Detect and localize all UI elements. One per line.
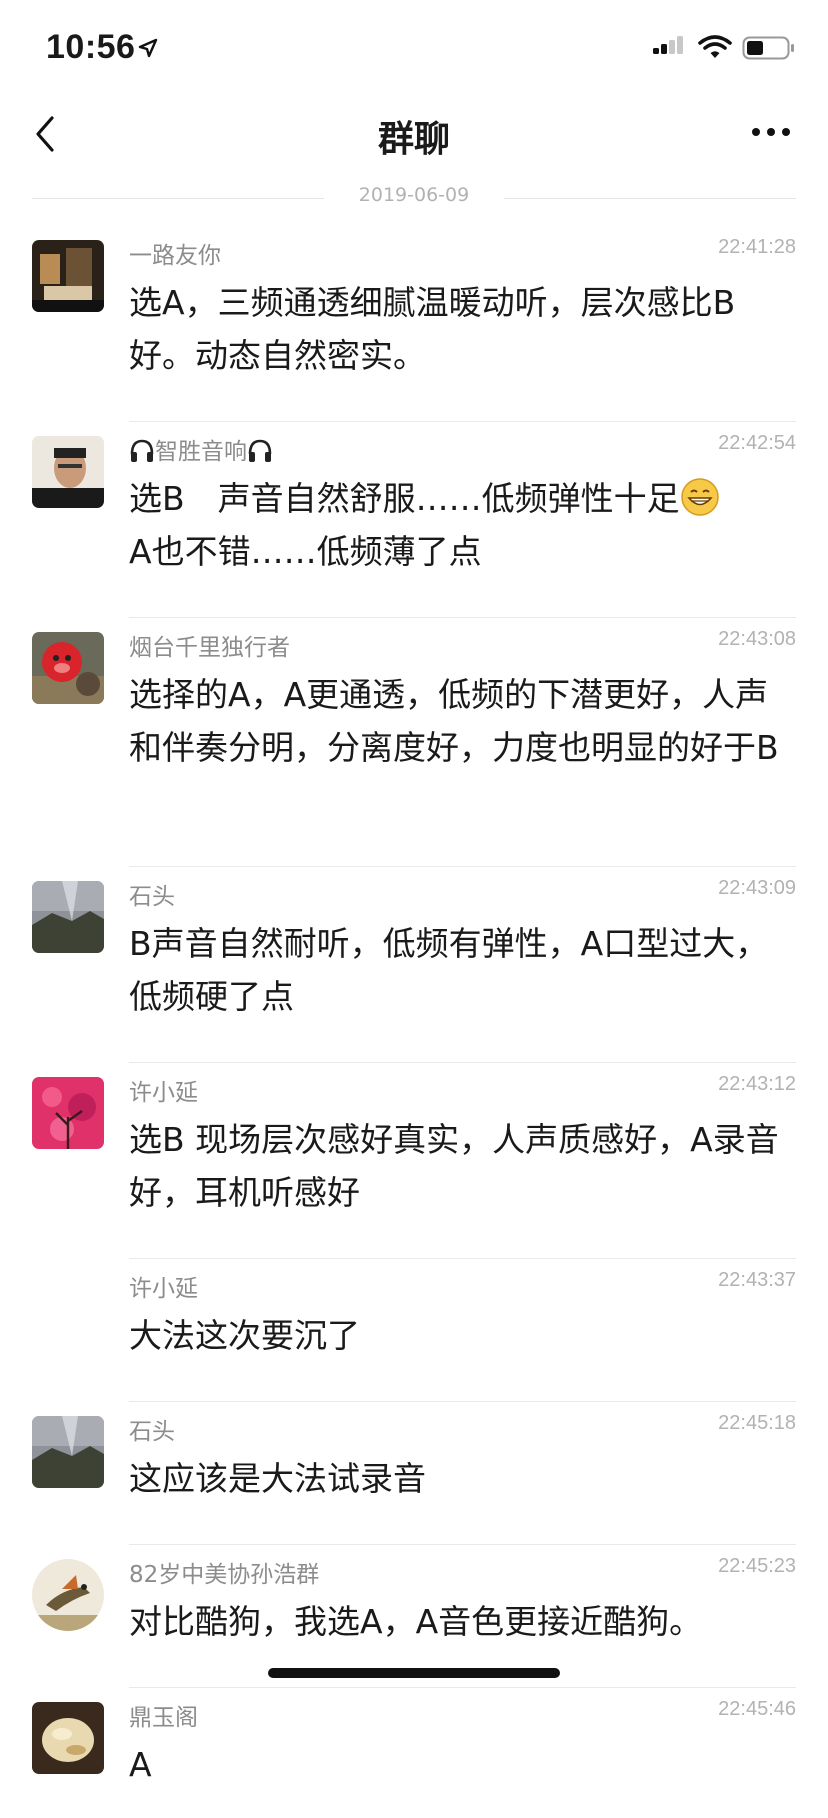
sender-name: 石头: [129, 1419, 175, 1445]
sender-name: 82岁中美协孙浩群: [129, 1562, 320, 1588]
message-item[interactable]: 智胜音响 22:42:54 选B 声音自然舒服……低频弹性十足 A也不错……低频薄…: [0, 422, 828, 618]
headphones-icon: [130, 439, 154, 462]
message-text-line: A也不错……低频薄了点: [129, 532, 482, 571]
avatar[interactable]: [32, 1416, 104, 1488]
message-text: 选B 现场层次感好真实，人声质感好，A录音好，耳机听感好: [129, 1120, 779, 1212]
message-text: A: [129, 1745, 152, 1784]
message-time: 22:43:08: [718, 628, 796, 650]
avatar[interactable]: [32, 1702, 104, 1774]
avatar[interactable]: [32, 881, 104, 953]
avatar[interactable]: [32, 240, 104, 312]
home-indicator[interactable]: [268, 1668, 560, 1678]
divider-line: [504, 198, 796, 199]
message-text: B声音自然耐听，低频有弹性，A口型过大，低频硬了点: [129, 924, 769, 1016]
message-time: 22:45:18: [718, 1412, 796, 1434]
sender-name-text: 智胜音响: [155, 439, 247, 465]
message-item[interactable]: 石头 22:45:18 这应该是大法试录音: [0, 1402, 828, 1545]
sender-name: 智胜音响: [129, 432, 273, 466]
status-bar: 10:56: [0, 0, 828, 96]
date-divider: 2019-06-09: [32, 184, 796, 212]
date-label: 2019-06-09: [358, 184, 470, 206]
sender-name: 鼎玉阁: [129, 1705, 198, 1731]
battery-icon: [742, 36, 794, 60]
avatar[interactable]: [32, 1077, 104, 1149]
message-list: 一路友你 22:41:28 选A，三频通透细腻温暖动听，层次感比B好。动态自然密…: [0, 226, 828, 1818]
message-item[interactable]: 烟台千里独行者 22:43:08 选择的A，A更通透，低频的下潜更好，人声和伴奏…: [0, 618, 828, 867]
sender-name: 烟台千里独行者: [129, 635, 290, 661]
message-time: 22:43:37: [718, 1269, 796, 1291]
message-time: 22:45:23: [718, 1555, 796, 1577]
sender-name: 石头: [129, 884, 175, 910]
sender-name: 许小延: [129, 1276, 198, 1302]
message-time: 22:43:12: [718, 1073, 796, 1095]
message-time: 22:42:54: [718, 432, 796, 454]
message-item[interactable]: 许小延 22:43:12 选B 现场层次感好真实，人声质感好，A录音好，耳机听感…: [0, 1063, 828, 1259]
message-item[interactable]: 鼎玉阁 22:45:46 A: [0, 1688, 828, 1818]
location-arrow-icon: [138, 38, 158, 58]
message-text: 选A，三频通透细腻温暖动听，层次感比B好。动态自然密实。: [129, 283, 736, 375]
sender-name: 许小延: [129, 1080, 198, 1106]
message-time: 22:43:09: [718, 877, 796, 899]
message-text: 选B 声音自然舒服……低频弹性十足 A也不错……低频薄了点: [129, 472, 798, 578]
message-text: 对比酷狗，我选A，A音色更接近酷狗。: [129, 1602, 703, 1641]
message-text: 这应该是大法试录音: [129, 1459, 426, 1498]
message-item[interactable]: 82岁中美协孙浩群 22:45:23 对比酷狗，我选A，A音色更接近酷狗。: [0, 1545, 828, 1688]
message-time: 22:45:46: [718, 1698, 796, 1720]
divider-line: [32, 198, 324, 199]
avatar[interactable]: [32, 1559, 104, 1631]
headphones-icon: [248, 439, 272, 462]
message-text: 选择的A，A更通透，低频的下潜更好，人声和伴奏分明，分离度好，力度也明显的好于B: [129, 675, 779, 767]
sender-name: 一路友你: [129, 243, 221, 269]
grinning-emoji-icon: [680, 478, 719, 516]
more-options-icon[interactable]: [750, 124, 792, 140]
page-title: 群聊: [377, 119, 450, 160]
wifi-icon: [698, 35, 732, 58]
message-item[interactable]: 一路友你 22:41:28 选A，三频通透细腻温暖动听，层次感比B好。动态自然密…: [0, 226, 828, 422]
nav-bar: 群聊: [0, 96, 828, 170]
message-item[interactable]: 许小延 22:43:37 大法这次要沉了: [0, 1259, 828, 1402]
message-item[interactable]: 石头 22:43:09 B声音自然耐听，低频有弹性，A口型过大，低频硬了点: [0, 867, 828, 1063]
cellular-signal-icon: [653, 36, 683, 54]
avatar[interactable]: [32, 436, 104, 508]
message-time: 22:41:28: [718, 236, 796, 258]
avatar[interactable]: [32, 632, 104, 704]
message-text: 大法这次要沉了: [129, 1316, 360, 1355]
message-text-line: 选B 声音自然舒服……低频弹性十足: [129, 479, 680, 518]
status-time: 10:56: [46, 28, 136, 66]
